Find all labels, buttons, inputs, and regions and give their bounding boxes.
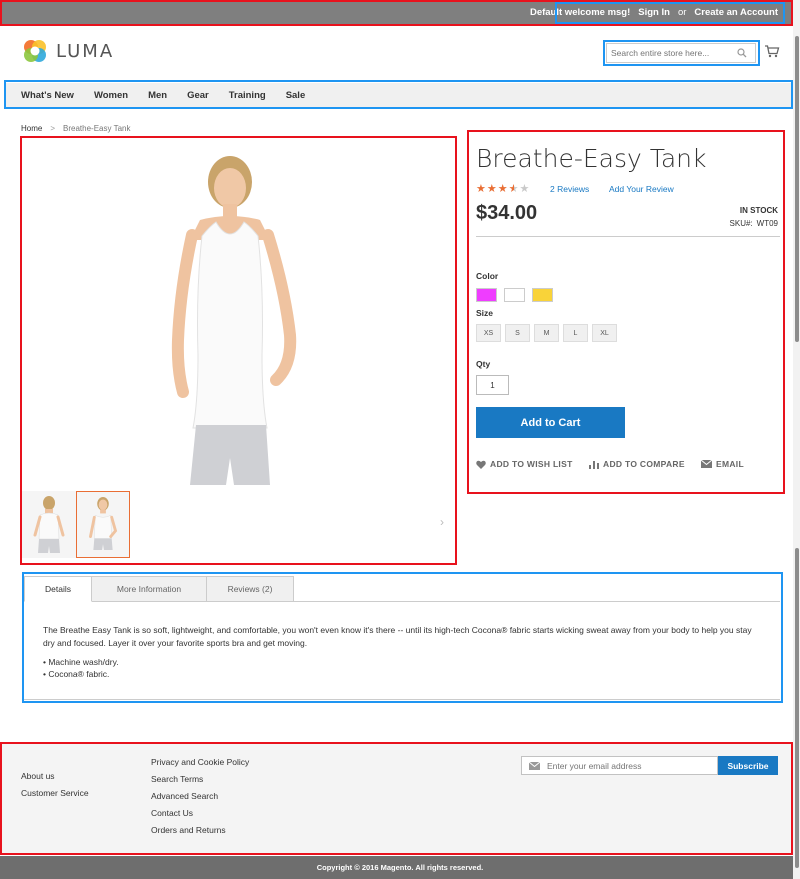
product-title: Breathe-Easy Tank	[476, 144, 707, 173]
footer-link-orders-returns[interactable]: Orders and Returns	[151, 822, 249, 839]
product-main-image[interactable]	[130, 140, 330, 485]
scrollbar-thumb[interactable]	[795, 36, 799, 342]
star-icon: ★	[486, 183, 497, 195]
tab-panel	[24, 601, 780, 700]
or-text: or	[677, 7, 687, 18]
size-label: Size	[476, 308, 494, 318]
newsletter-email-input[interactable]	[547, 760, 707, 771]
nav-item-sale[interactable]: Sale	[286, 90, 306, 101]
star-icon: ★	[476, 183, 486, 195]
color-swatch-white[interactable]	[504, 288, 525, 302]
compare-label: ADD TO COMPARE	[603, 459, 685, 469]
newsletter-field	[521, 756, 718, 775]
sku-label: SKU#:	[729, 219, 753, 228]
product-features: • Machine wash/dry. • Cocona® fabric.	[43, 656, 119, 680]
email-link[interactable]: EMAIL	[701, 459, 744, 469]
footer-link-search-terms[interactable]: Search Terms	[151, 771, 249, 788]
color-swatch-pink[interactable]	[476, 288, 497, 302]
wishlist-label: ADD TO WISH LIST	[490, 459, 573, 469]
welcome-message: Default welcome msg!	[529, 7, 631, 18]
logo-text: LUMA	[56, 40, 115, 62]
luma-logo-icon	[22, 38, 48, 64]
search-box	[606, 43, 756, 63]
stock-status: IN STOCK	[739, 206, 778, 215]
tab-reviews[interactable]: Reviews (2)	[206, 576, 294, 602]
envelope-icon	[529, 761, 540, 770]
scrollbar-thumb[interactable]	[795, 548, 799, 868]
footer-link-about[interactable]: About us	[21, 768, 89, 785]
nav-item-whats-new[interactable]: What's New	[21, 90, 74, 101]
nav-item-training[interactable]: Training	[229, 90, 266, 101]
top-panel: Default welcome msg! Sign In or Create a…	[0, 0, 800, 26]
reviews-link[interactable]: 2 Reviews	[550, 184, 589, 194]
size-option-m[interactable]: M	[534, 324, 559, 342]
create-account-link[interactable]: Create an Account	[694, 7, 778, 18]
sign-in-link[interactable]: Sign In	[638, 7, 670, 18]
footer-link-customer-service[interactable]: Customer Service	[21, 785, 89, 802]
product-description: The Breathe Easy Tank is so soft, lightw…	[43, 625, 752, 648]
footer-link-privacy[interactable]: Privacy and Cookie Policy	[151, 754, 249, 771]
email-label: EMAIL	[716, 459, 744, 469]
subscribe-button[interactable]: Subscribe	[718, 756, 778, 775]
main-navigation: What's New Women Men Gear Training Sale	[5, 83, 791, 107]
size-option-xl[interactable]: XL	[592, 324, 617, 342]
rating-stars: ★ ★ ★ ★ ★	[476, 182, 529, 195]
cart-icon[interactable]	[764, 44, 780, 58]
compare-icon	[589, 460, 599, 469]
envelope-icon	[701, 460, 712, 468]
tab-more-information[interactable]: More Information	[91, 576, 207, 602]
star-icon: ★	[497, 183, 508, 195]
footer-links-primary: About us Customer Service	[21, 768, 89, 802]
footer-links-secondary: Privacy and Cookie Policy Search Terms A…	[151, 754, 249, 839]
feature-item: • Cocona® fabric.	[43, 669, 110, 679]
product-thumbnail-back[interactable]	[22, 491, 76, 558]
heart-icon	[476, 460, 486, 469]
nav-item-men[interactable]: Men	[148, 90, 167, 101]
feature-item: • Machine wash/dry.	[43, 657, 119, 667]
add-review-link[interactable]: Add Your Review	[609, 184, 674, 194]
size-option-s[interactable]: S	[505, 324, 530, 342]
product-thumbnail-front[interactable]	[76, 491, 130, 558]
logo[interactable]: LUMA	[22, 38, 114, 64]
tab-details[interactable]: Details	[24, 576, 92, 602]
add-to-compare-link[interactable]: ADD TO COMPARE	[589, 459, 685, 469]
qty-input[interactable]: 1	[476, 375, 509, 395]
footer-link-advanced-search[interactable]: Advanced Search	[151, 788, 249, 805]
half-star-icon: ★	[508, 183, 519, 195]
add-to-wishlist-link[interactable]: ADD TO WISH LIST	[476, 459, 573, 469]
sku-value: WT09	[756, 219, 778, 228]
footer-link-contact[interactable]: Contact Us	[151, 805, 249, 822]
copyright: Copyright © 2016 Magento. All rights res…	[0, 856, 800, 879]
search-input[interactable]	[607, 44, 732, 62]
chevron-right-icon[interactable]: ›	[440, 515, 444, 529]
color-swatch-yellow[interactable]	[532, 288, 553, 302]
breadcrumb-home[interactable]: Home	[21, 124, 42, 133]
product-price: $34.00	[476, 202, 538, 224]
search-icon[interactable]	[737, 48, 747, 58]
divider	[476, 236, 780, 237]
header-links: Default welcome msg! Sign In or Create a…	[530, 7, 778, 18]
qty-label: Qty	[476, 359, 491, 369]
breadcrumb: Home > Breathe-Easy Tank	[21, 124, 130, 133]
nav-item-gear[interactable]: Gear	[187, 90, 209, 101]
add-to-cart-button[interactable]: Add to Cart	[476, 407, 625, 438]
sku: SKU#: WT09	[730, 219, 778, 228]
breadcrumb-current: Breathe-Easy Tank	[63, 124, 131, 133]
size-option-xs[interactable]: XS	[476, 324, 501, 342]
breadcrumb-separator: >	[50, 124, 56, 133]
nav-item-women[interactable]: Women	[94, 90, 128, 101]
color-label: Color	[476, 271, 499, 281]
size-option-l[interactable]: L	[563, 324, 588, 342]
star-icon: ★	[519, 183, 530, 195]
